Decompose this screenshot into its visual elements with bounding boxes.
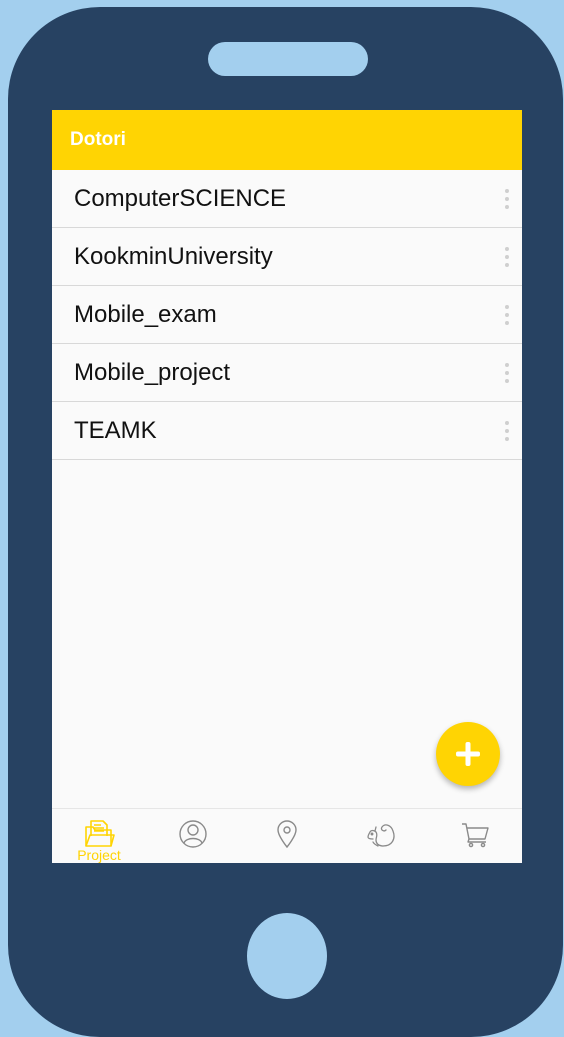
more-vert-icon[interactable] [504, 246, 510, 268]
project-list: ComputerSCIENCE KookminUniversity Mobile… [52, 170, 522, 460]
home-button[interactable] [247, 913, 327, 999]
project-name: Mobile_project [74, 358, 231, 386]
nav-label-project: Project [77, 847, 121, 863]
project-list-item[interactable]: TEAMK [52, 402, 522, 460]
cart-icon [462, 823, 489, 848]
project-name: KookminUniversity [74, 242, 273, 270]
more-vert-icon[interactable] [504, 362, 510, 384]
project-list-item[interactable]: Mobile_project [52, 344, 522, 402]
nav-item-location[interactable] [240, 809, 334, 863]
nav-item-cart[interactable] [428, 809, 522, 863]
phone-speaker [208, 42, 368, 76]
more-vert-icon[interactable] [504, 188, 510, 210]
nav-item-project[interactable]: Project [52, 809, 146, 863]
nav-item-profile[interactable] [146, 809, 240, 863]
plus-icon [456, 742, 480, 766]
add-project-button[interactable] [436, 722, 500, 786]
project-list-item[interactable]: ComputerSCIENCE [52, 170, 522, 228]
app-bar: Dotori [52, 110, 522, 170]
project-list-item[interactable]: KookminUniversity [52, 228, 522, 286]
phone-frame: Dotori ComputerSCIENCE KookminUniversity… [8, 7, 563, 1037]
project-name: TEAMK [74, 416, 157, 444]
app-title: Dotori [70, 129, 126, 150]
project-name: Mobile_exam [74, 300, 217, 328]
folder-icon [85, 820, 115, 847]
project-list-item[interactable]: Mobile_exam [52, 286, 522, 344]
squirrel-icon [367, 824, 395, 847]
more-vert-icon[interactable] [504, 304, 510, 326]
user-icon [179, 820, 207, 848]
more-vert-icon[interactable] [504, 420, 510, 442]
bottom-navigation: Project [52, 808, 522, 863]
app-screen: Dotori ComputerSCIENCE KookminUniversity… [52, 110, 522, 863]
location-pin-icon [277, 820, 297, 849]
project-name: ComputerSCIENCE [74, 184, 287, 212]
nav-item-squirrel[interactable] [334, 809, 428, 863]
